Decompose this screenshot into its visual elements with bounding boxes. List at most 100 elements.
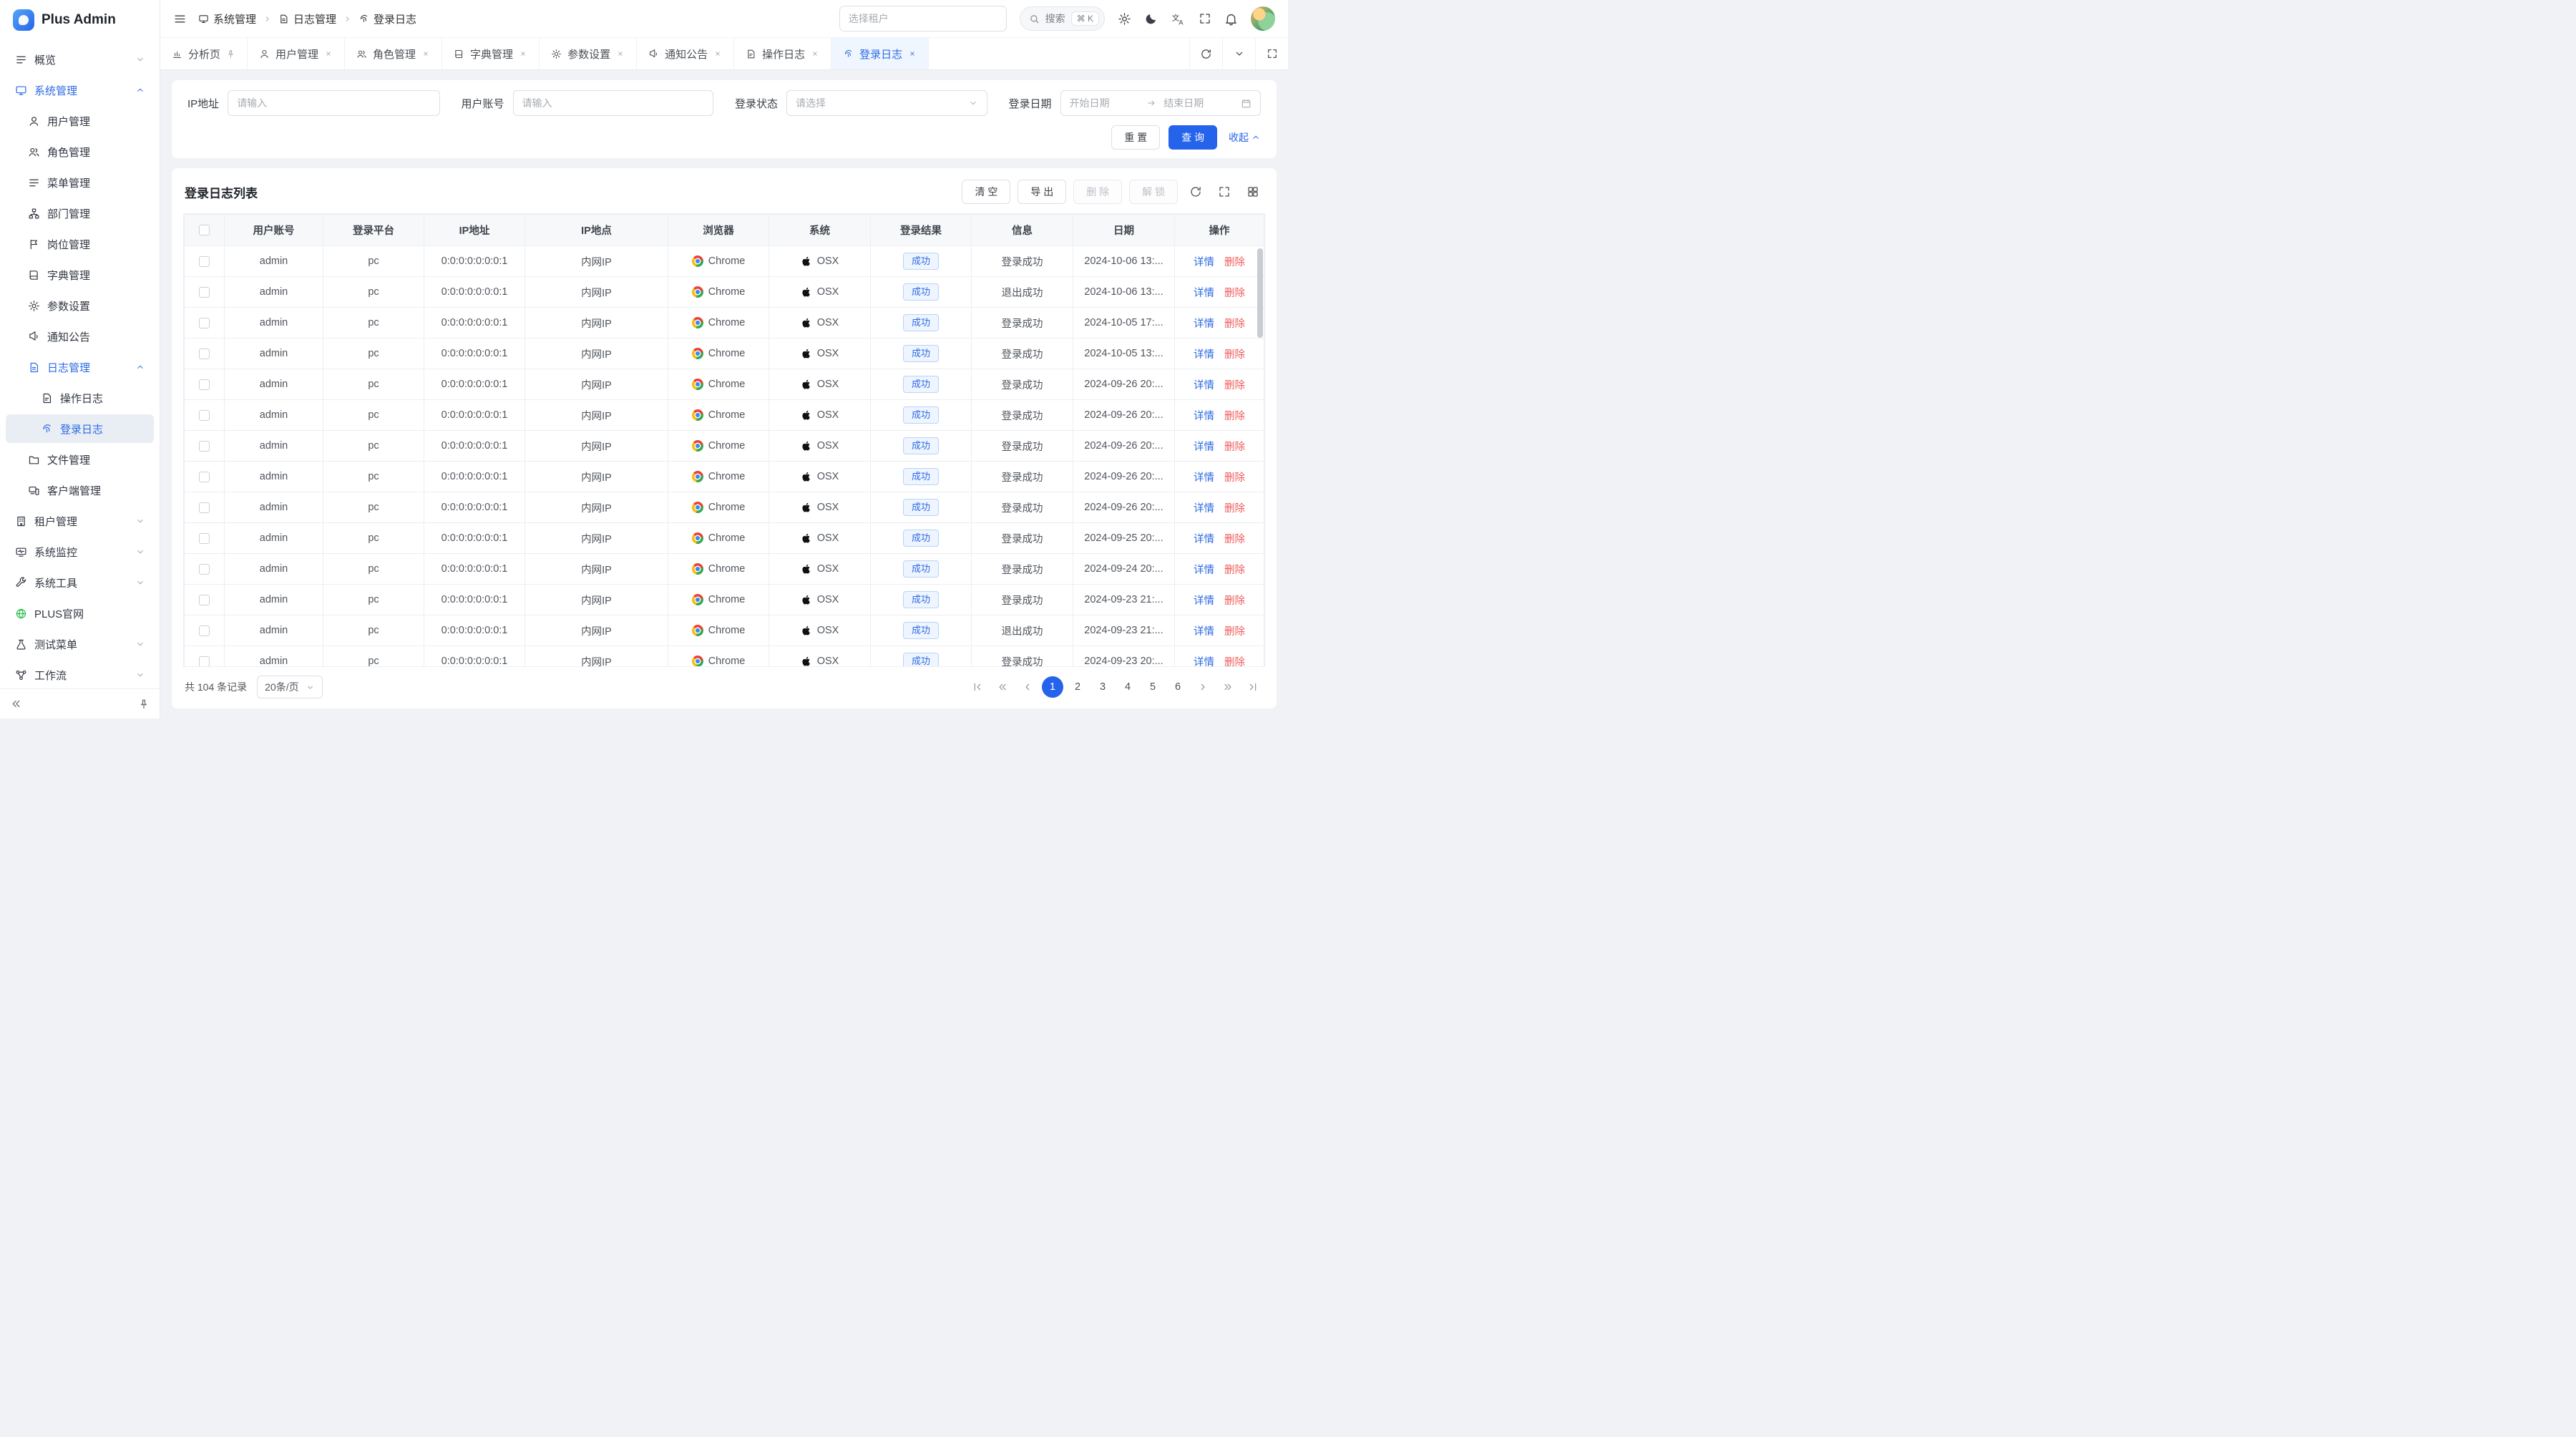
delete-button[interactable]: 删 除 [1073,180,1122,204]
delete-link[interactable]: 删除 [1224,257,1245,268]
query-button[interactable]: 查 询 [1169,125,1217,150]
sidebar-item-13[interactable]: 文件管理 [6,445,154,474]
delete-link[interactable]: 删除 [1224,595,1245,607]
sidebar-item-4[interactable]: 菜单管理 [6,168,154,197]
sidebar-item-15[interactable]: 租户管理 [6,507,154,535]
tabs-refresh-button[interactable] [1189,38,1222,69]
detail-link[interactable]: 详情 [1194,411,1214,422]
close-icon[interactable] [616,49,625,58]
delete-link[interactable]: 删除 [1224,411,1245,422]
select-all-checkbox[interactable] [199,225,210,235]
refresh-table-icon[interactable] [1185,181,1206,203]
sidebar-item-16[interactable]: 系统监控 [6,537,154,566]
tabs-dropdown-button[interactable] [1222,38,1255,69]
collapse-sidebar-icon[interactable] [10,698,22,710]
delete-link[interactable]: 删除 [1224,380,1245,391]
close-icon[interactable] [811,49,819,58]
sidebar-item-20[interactable]: 工作流 [6,661,154,689]
tab-6[interactable]: 操作日志 [734,38,831,69]
unlock-button[interactable]: 解 锁 [1129,180,1178,204]
row-checkbox[interactable] [199,595,210,605]
fullscreen-icon[interactable] [1199,12,1211,25]
tab-4[interactable]: 参数设置 [540,38,637,69]
delete-link[interactable]: 删除 [1224,626,1245,638]
detail-link[interactable]: 详情 [1194,472,1214,484]
close-icon[interactable] [421,49,430,58]
detail-link[interactable]: 详情 [1194,442,1214,453]
sidebar-item-9[interactable]: 通知公告 [6,322,154,351]
delete-link[interactable]: 删除 [1224,657,1245,668]
tab-3[interactable]: 字典管理 [442,38,540,69]
detail-link[interactable]: 详情 [1194,257,1214,268]
tabs-fullscreen-button[interactable] [1255,38,1288,69]
account-input[interactable] [513,90,713,116]
dark-mode-moon-icon[interactable] [1144,12,1158,26]
delete-link[interactable]: 删除 [1224,534,1245,545]
sidebar-item-2[interactable]: 用户管理 [6,107,154,135]
detail-link[interactable]: 详情 [1194,657,1214,668]
sidebar-item-19[interactable]: 测试菜单 [6,630,154,658]
sidebar-item-10[interactable]: 日志管理 [6,353,154,381]
breadcrumb-item-2[interactable]: 登录日志 [358,11,416,26]
login-date-range[interactable]: 开始日期 结束日期 [1060,90,1261,116]
detail-link[interactable]: 详情 [1194,503,1214,515]
pin-icon[interactable] [226,49,235,59]
logo[interactable]: Plus Admin [0,0,160,40]
close-icon[interactable] [519,49,527,58]
breadcrumb-item-0[interactable]: 系统管理 [198,11,256,26]
login-status-select[interactable]: 请选择 [786,90,987,116]
row-checkbox[interactable] [199,472,210,482]
delete-link[interactable]: 删除 [1224,318,1245,330]
detail-link[interactable]: 详情 [1194,349,1214,361]
next-page-button[interactable] [1192,676,1214,698]
detail-link[interactable]: 详情 [1194,534,1214,545]
ip-input[interactable] [228,90,439,116]
column-settings-icon[interactable] [1242,181,1264,203]
sidebar-item-11[interactable]: 操作日志 [6,384,154,412]
detail-link[interactable]: 详情 [1194,595,1214,607]
reset-button[interactable]: 重 置 [1111,125,1160,150]
notifications-bell-icon[interactable] [1224,12,1238,26]
row-checkbox[interactable] [199,287,210,298]
page-size-select[interactable]: 20条/页 [257,676,322,698]
page-button-4[interactable]: 4 [1117,676,1138,698]
expand-table-icon[interactable] [1214,181,1235,203]
sidebar-item-8[interactable]: 参数设置 [6,291,154,320]
translate-icon[interactable]: 文A [1171,11,1186,26]
row-checkbox[interactable] [199,656,210,667]
first-page-button[interactable] [967,676,988,698]
pin-sidebar-icon[interactable] [138,698,150,710]
page-button-2[interactable]: 2 [1067,676,1088,698]
sidebar-item-7[interactable]: 字典管理 [6,260,154,289]
close-icon[interactable] [908,49,917,58]
sidebar-item-17[interactable]: 系统工具 [6,568,154,597]
delete-link[interactable]: 删除 [1224,503,1245,515]
row-checkbox[interactable] [199,349,210,359]
page-button-1[interactable]: 1 [1042,676,1063,698]
sidebar-item-1[interactable]: 系统管理 [6,76,154,104]
row-checkbox[interactable] [199,625,210,636]
sidebar-item-0[interactable]: 概览 [6,45,154,74]
delete-link[interactable]: 删除 [1224,288,1245,299]
global-search[interactable]: 搜索 ⌘ K [1020,6,1105,31]
row-checkbox[interactable] [199,256,210,267]
row-checkbox[interactable] [199,379,210,390]
sidebar-item-3[interactable]: 角色管理 [6,137,154,166]
tab-0[interactable]: 分析页 [160,38,248,69]
row-checkbox[interactable] [199,502,210,513]
detail-link[interactable]: 详情 [1194,288,1214,299]
row-checkbox[interactable] [199,564,210,575]
tab-1[interactable]: 用户管理 [248,38,345,69]
tab-2[interactable]: 角色管理 [345,38,442,69]
delete-link[interactable]: 删除 [1224,565,1245,576]
collapse-filter-link[interactable]: 收起 [1229,130,1261,145]
breadcrumb-item-1[interactable]: 日志管理 [278,11,336,26]
delete-link[interactable]: 删除 [1224,442,1245,453]
row-checkbox[interactable] [199,318,210,328]
page-button-6[interactable]: 6 [1167,676,1189,698]
prev-group-button[interactable] [992,676,1013,698]
avatar[interactable] [1251,6,1275,31]
tenant-select[interactable]: 选择租户 [839,6,1007,31]
next-group-button[interactable] [1217,676,1239,698]
close-icon[interactable] [713,49,722,58]
